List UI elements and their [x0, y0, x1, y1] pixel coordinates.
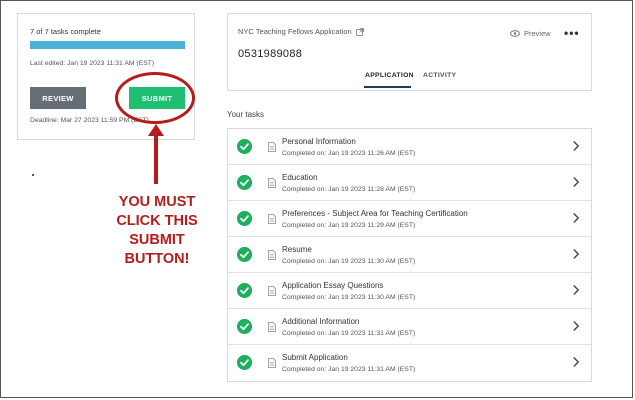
task-name: Education [282, 173, 318, 182]
preview-label: Preview [524, 29, 551, 38]
chevron-right-icon [573, 285, 580, 295]
task-completed-date: Completed on: Jan 19 2023 11:26 AM (EST) [282, 150, 416, 157]
preview-button[interactable]: Preview [510, 29, 551, 38]
chevron-right-icon [573, 249, 580, 259]
document-icon [268, 358, 276, 368]
annotation-text: YOU MUST CLICK THIS SUBMIT BUTTON! [116, 194, 198, 267]
task-completed-date: Completed on: Jan 19 2023 11:31 AM (EST) [282, 330, 416, 337]
task-name: Additional Information [282, 317, 360, 326]
task-name: Resume [282, 245, 312, 254]
chevron-right-icon [573, 141, 580, 151]
check-circle-icon [237, 247, 252, 262]
tab-application[interactable]: APPLICATION [365, 72, 414, 79]
document-icon [268, 286, 276, 296]
last-edited-text: Last edited: Jan 19 2023 11:31 AM (EST) [30, 60, 155, 67]
task-completed-date: Completed on: Jan 19 2023 11:29 AM (EST) [282, 222, 416, 229]
task-row[interactable]: Preferences - Subject Area for Teaching … [228, 201, 591, 237]
chevron-right-icon [573, 321, 580, 331]
task-name: Application Essay Questions [282, 281, 384, 290]
tasks-heading: Your tasks [227, 110, 265, 119]
task-name: Submit Application [282, 353, 348, 362]
more-options-icon[interactable]: ••• [564, 26, 580, 40]
progress-bar-fill [30, 41, 185, 49]
progress-bar [30, 41, 185, 49]
document-icon [268, 322, 276, 332]
review-button[interactable]: REVIEW [30, 87, 86, 109]
annotation-arrow [148, 124, 164, 184]
chevron-right-icon [573, 357, 580, 367]
progress-label: 7 of 7 tasks complete [30, 27, 101, 36]
check-circle-icon [237, 319, 252, 334]
task-row[interactable]: Submit Application Completed on: Jan 19 … [228, 345, 591, 381]
task-completed-date: Completed on: Jan 19 2023 11:28 AM (EST) [282, 186, 416, 193]
application-title-text: NYC Teaching Fellows Application [238, 27, 352, 36]
task-name: Preferences - Subject Area for Teaching … [282, 209, 468, 218]
application-id: 0531989088 [238, 48, 303, 60]
stray-dot [32, 174, 34, 176]
document-icon [268, 142, 276, 152]
eye-icon [510, 30, 520, 37]
task-row[interactable]: Additional Information Completed on: Jan… [228, 309, 591, 345]
check-circle-icon [237, 355, 252, 370]
task-row[interactable]: Application Essay Questions Completed on… [228, 273, 591, 309]
task-completed-date: Completed on: Jan 19 2023 11:30 AM (EST) [282, 294, 416, 301]
task-row[interactable]: Education Completed on: Jan 19 2023 11:2… [228, 165, 591, 201]
task-row[interactable]: Personal Information Completed on: Jan 1… [228, 129, 591, 165]
submit-highlight-ellipse [115, 72, 195, 124]
check-circle-icon [237, 211, 252, 226]
chevron-right-icon [573, 213, 580, 223]
tab-activity[interactable]: ACTIVITY [423, 72, 456, 79]
task-row[interactable]: Resume Completed on: Jan 19 2023 11:30 A… [228, 237, 591, 273]
task-list: Personal Information Completed on: Jan 1… [227, 128, 592, 382]
document-icon [268, 214, 276, 224]
task-completed-date: Completed on: Jan 19 2023 11:31 AM (EST) [282, 366, 416, 373]
task-name: Personal Information [282, 137, 356, 146]
application-title[interactable]: NYC Teaching Fellows Application [238, 27, 364, 36]
check-circle-icon [237, 139, 252, 154]
document-icon [268, 178, 276, 188]
active-tab-indicator [364, 86, 411, 88]
check-circle-icon [237, 283, 252, 298]
application-header-card: NYC Teaching Fellows Application 0531989… [227, 13, 592, 91]
external-link-icon [355, 27, 364, 36]
document-icon [268, 250, 276, 260]
check-circle-icon [237, 175, 252, 190]
chevron-right-icon [573, 177, 580, 187]
task-completed-date: Completed on: Jan 19 2023 11:30 AM (EST) [282, 258, 416, 265]
